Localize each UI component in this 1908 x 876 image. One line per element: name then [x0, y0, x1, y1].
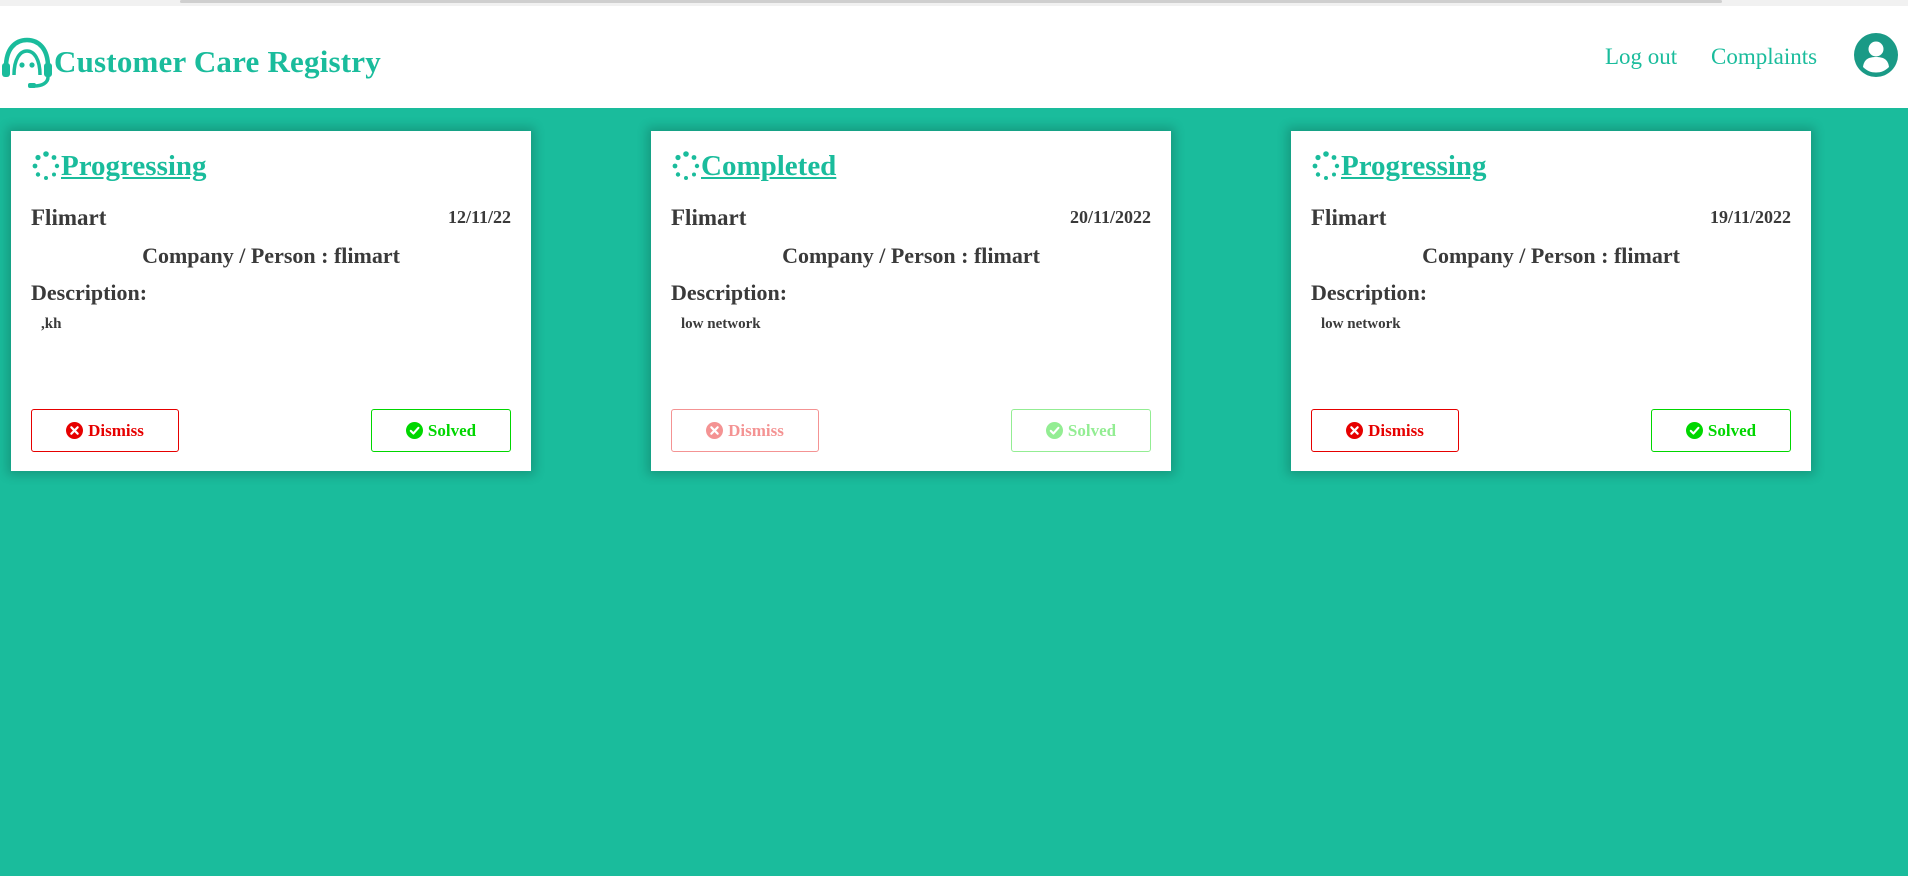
- solved-label: Solved: [1707, 420, 1757, 440]
- complaint-date: 20/11/2022: [1069, 207, 1151, 227]
- complaint-date: 19/11/2022: [1709, 207, 1791, 227]
- x-circle-icon: [706, 422, 724, 439]
- status-heading: Progressing: [31, 149, 207, 183]
- x-circle-icon: [66, 422, 84, 439]
- horizontal-scrollbar[interactable]: [180, 0, 1722, 3]
- status-link[interactable]: Progressing: [1341, 150, 1487, 183]
- solved-button[interactable]: Solved: [1651, 409, 1791, 452]
- dismiss-label: Dismiss: [88, 420, 144, 440]
- spinner-icon: [671, 149, 701, 183]
- description-label: Description:: [671, 280, 788, 305]
- dismiss-button[interactable]: Dismiss: [31, 409, 179, 452]
- check-circle-icon: [1685, 422, 1703, 439]
- app-title: Customer Care Registry: [54, 44, 381, 79]
- description-text: ,kh: [41, 316, 62, 332]
- solved-label: Solved: [427, 420, 477, 440]
- brand-home-link[interactable]: Customer Care Registry: [0, 36, 381, 88]
- complaint-card: Progressing Flimart 19/11/2022 Company /…: [1291, 131, 1811, 471]
- status-link[interactable]: Progressing: [61, 150, 207, 183]
- user-circle-icon[interactable]: [1854, 33, 1898, 77]
- description-label: Description:: [1311, 280, 1428, 305]
- company-name: Flimart: [671, 205, 747, 230]
- complaint-card: Progressing Flimart 12/11/22 Company / P…: [11, 131, 531, 471]
- spinner-icon: [31, 149, 61, 183]
- description-label: Description:: [31, 280, 148, 305]
- company-person-line: Company / Person : flimart: [1422, 243, 1680, 268]
- description-text: low network: [1321, 316, 1401, 332]
- top-navbar: Customer Care Registry Log out Complaint…: [0, 6, 1908, 108]
- company-person-line: Company / Person : flimart: [142, 243, 400, 268]
- solved-button: Solved: [1011, 409, 1151, 452]
- status-heading: Completed: [671, 149, 836, 183]
- solved-button[interactable]: Solved: [371, 409, 511, 452]
- status-heading: Progressing: [1311, 149, 1487, 183]
- dismiss-button[interactable]: Dismiss: [1311, 409, 1459, 452]
- status-link[interactable]: Completed: [701, 150, 836, 183]
- headset-agent-icon: [0, 35, 54, 89]
- dismiss-button: Dismiss: [671, 409, 819, 452]
- company-name: Flimart: [31, 205, 107, 230]
- solved-label: Solved: [1067, 420, 1117, 440]
- x-circle-icon: [1346, 422, 1364, 439]
- spinner-icon: [1311, 149, 1341, 183]
- dismiss-label: Dismiss: [728, 420, 784, 440]
- logout-link[interactable]: Log out: [1605, 44, 1677, 70]
- complaint-card: Completed Flimart 20/11/2022 Company / P…: [651, 131, 1171, 471]
- description-text: low network: [681, 316, 761, 332]
- check-circle-icon: [405, 422, 423, 439]
- dismiss-label: Dismiss: [1368, 420, 1424, 440]
- company-person-line: Company / Person : flimart: [782, 243, 1040, 268]
- company-name: Flimart: [1311, 205, 1387, 230]
- complaints-link[interactable]: Complaints: [1711, 44, 1817, 70]
- complaint-date: 12/11/22: [447, 207, 511, 227]
- check-circle-icon: [1045, 422, 1063, 439]
